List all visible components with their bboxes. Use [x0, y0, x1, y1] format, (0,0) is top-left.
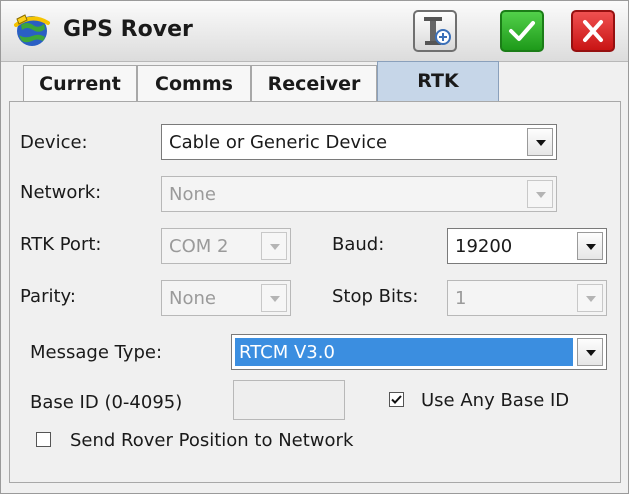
parity-select: None: [161, 280, 291, 316]
window-title: GPS Rover: [63, 17, 193, 42]
checkmark-icon: [391, 395, 402, 404]
chevron-down-icon[interactable]: [527, 128, 553, 156]
ok-button[interactable]: [500, 10, 544, 52]
title-bar: GPS Rover: [1, 1, 628, 62]
device-select[interactable]: Cable or Generic Device: [161, 124, 557, 160]
chevron-down-icon[interactable]: [577, 232, 603, 260]
chevron-down-icon: [577, 284, 603, 312]
chevron-down-icon: [261, 284, 287, 312]
chevron-down-icon: [261, 232, 287, 260]
use-any-base-id-checkbox[interactable]: [389, 392, 404, 407]
receiver-settings-button[interactable]: [413, 10, 457, 52]
send-rover-position-label[interactable]: Send Rover Position to Network: [70, 430, 353, 451]
rtk-settings-panel: Device: Cable or Generic Device Network:…: [9, 101, 621, 483]
stop-bits-value: 1: [455, 288, 467, 309]
chevron-down-icon: [527, 180, 553, 208]
stop-bits-label: Stop Bits:: [332, 286, 419, 307]
tab-comms[interactable]: Comms: [137, 65, 251, 101]
baud-value: 19200: [455, 236, 513, 257]
parity-value: None: [169, 288, 216, 309]
gps-satellite-globe-icon: [13, 11, 51, 49]
device-label: Device:: [20, 132, 88, 153]
cancel-button[interactable]: [571, 10, 615, 52]
base-id-label: Base ID (0-4095): [30, 392, 183, 413]
device-value: Cable or Generic Device: [169, 132, 388, 153]
baud-select[interactable]: 19200: [447, 228, 607, 264]
tab-bar: Current Comms Receiver RTK: [1, 61, 628, 103]
tab-current[interactable]: Current: [23, 65, 137, 101]
message-type-value: RTCM V3.0: [239, 342, 335, 363]
tab-rtk[interactable]: RTK: [377, 61, 499, 101]
stop-bits-select: 1: [447, 280, 607, 316]
rtk-port-label: RTK Port:: [20, 234, 102, 255]
message-type-label: Message Type:: [30, 342, 163, 363]
use-any-base-id-label[interactable]: Use Any Base ID: [421, 390, 569, 411]
network-label: Network:: [20, 182, 102, 203]
chevron-down-icon[interactable]: [577, 338, 603, 366]
rtk-port-value: COM 2: [169, 236, 229, 257]
rtk-port-select: COM 2: [161, 228, 291, 264]
base-id-input: [233, 380, 345, 420]
gps-rover-dialog: GPS Rover Current Comms Receiver RTK Dev…: [0, 0, 629, 494]
send-rover-position-checkbox[interactable]: [36, 432, 51, 447]
parity-label: Parity:: [20, 286, 76, 307]
network-select: None: [161, 176, 557, 212]
network-value: None: [169, 184, 216, 205]
tab-receiver[interactable]: Receiver: [251, 65, 377, 101]
baud-label: Baud:: [332, 234, 385, 255]
message-type-select[interactable]: RTCM V3.0: [231, 334, 607, 370]
